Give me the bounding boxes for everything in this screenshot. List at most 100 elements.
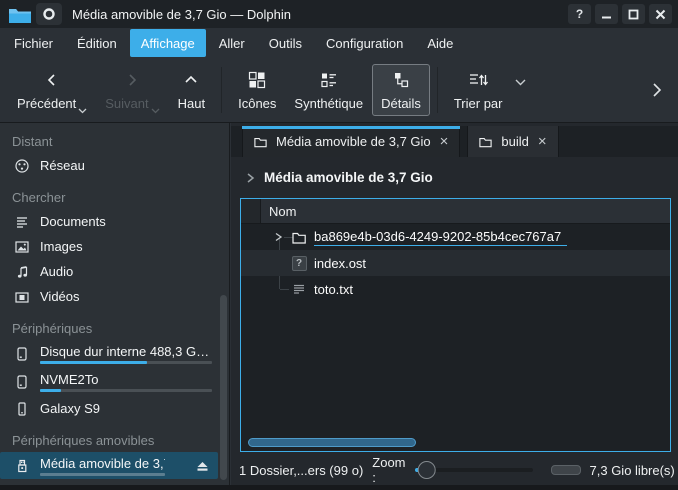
file-name[interactable]: toto.txt [314, 282, 353, 297]
folder-icon [291, 229, 307, 245]
file-row-index-ost[interactable]: ? index.ost [241, 250, 670, 276]
places-section-amovibles: Périphériques amovibles [0, 430, 229, 452]
tab-close-icon[interactable]: × [537, 134, 548, 149]
file-row-toto-txt[interactable]: toto.txt [241, 276, 670, 302]
close-button[interactable] [649, 4, 672, 24]
toolbar-separator [221, 67, 222, 113]
image-icon [13, 238, 30, 255]
column-header-row: Nom [241, 199, 670, 224]
minimize-button[interactable] [595, 4, 618, 24]
sidebar-item-label: Documents [40, 214, 106, 229]
menu-edition[interactable]: Édition [66, 29, 128, 57]
details-view-icon [391, 69, 411, 91]
sidebar-item-label: Média amovible de 3,7 … [40, 456, 165, 471]
back-label: Précédent [17, 96, 76, 111]
file-name[interactable]: ba869e4b-03d6-4249-9202-85b4cec767a7 [314, 229, 567, 246]
compact-view-icon [319, 69, 339, 91]
window-bottom-edge [0, 485, 678, 490]
compact-view-button[interactable]: Synthétique [285, 64, 372, 116]
breadcrumb-location[interactable]: Média amovible de 3,7 Gio [264, 170, 433, 185]
capacity-bar [40, 473, 165, 476]
file-row-folder[interactable]: ba869e4b-03d6-4249-9202-85b4cec767a7 [241, 224, 670, 250]
tab-build[interactable]: build × [467, 126, 558, 157]
menu-outils[interactable]: Outils [258, 29, 313, 57]
usb-drive-icon [13, 457, 30, 474]
breadcrumb[interactable]: Média amovible de 3,7 Gio [231, 157, 678, 198]
folder-icon [253, 135, 268, 149]
zoom-slider-handle[interactable] [418, 461, 436, 479]
window-menu-icon[interactable] [36, 3, 62, 25]
compact-view-label: Synthétique [294, 96, 363, 111]
up-button[interactable]: Haut [169, 64, 214, 116]
file-view[interactable]: Nom ba869e4b-03d6-4249-9202-85b4cec767a7 [240, 198, 671, 452]
sort-by-button[interactable]: Trier par [445, 64, 512, 116]
titlebar[interactable]: Média amovible de 3,7 Gio — Dolphin ? [0, 0, 678, 28]
horizontal-scrollbar[interactable] [248, 438, 416, 447]
eject-icon[interactable] [192, 457, 212, 475]
menu-configuration[interactable]: Configuration [315, 29, 414, 57]
column-header-nom[interactable]: Nom [261, 199, 670, 223]
back-dropdown-icon[interactable] [78, 108, 87, 114]
capacity-bar-fill [40, 361, 147, 364]
sort-by-label: Trier par [454, 96, 503, 111]
sidebar-item-label: Images [40, 239, 83, 254]
menu-aide[interactable]: Aide [416, 29, 464, 57]
free-space-capacity-bar [551, 465, 581, 475]
sidebar-item-nvme2to[interactable]: NVME2To [0, 368, 229, 396]
tab-media-amovible[interactable]: Média amovible de 3,7 Gio × [242, 126, 460, 157]
text-file-icon [291, 281, 307, 297]
sidebar-item-videos[interactable]: Vidéos [0, 284, 229, 309]
hard-drive-icon [13, 346, 30, 363]
back-button[interactable]: Précédent [8, 64, 96, 116]
status-bar: 1 Dossier,...ers (99 o) Zoom : 7,3 Gio l… [231, 455, 678, 485]
sidebar-item-media-amovible[interactable]: Média amovible de 3,7 … [0, 452, 218, 479]
sidebar-item-label: Galaxy S9 [40, 401, 100, 416]
forward-dropdown-icon [151, 108, 160, 114]
sort-icon [467, 69, 489, 91]
sort-dropdown-icon[interactable] [515, 79, 526, 86]
places-section-distant: Distant [0, 131, 229, 153]
window-title: Média amovible de 3,7 Gio — Dolphin [72, 7, 564, 22]
forward-button[interactable]: Suivant [96, 64, 168, 116]
details-view-button[interactable]: Détails [372, 64, 430, 116]
menu-affichage[interactable]: Affichage [130, 29, 206, 57]
sidebar-item-audio[interactable]: Audio [0, 259, 229, 284]
zoom-label: Zoom : [372, 455, 405, 485]
tab-close-icon[interactable]: × [439, 134, 450, 149]
menubar: Fichier Édition Affichage Aller Outils C… [0, 28, 678, 58]
video-icon [13, 288, 30, 305]
expand-chevron-icon[interactable] [272, 231, 284, 243]
sidebar-item-images[interactable]: Images [0, 234, 229, 259]
phone-icon [13, 400, 30, 417]
toolbar-overflow-button[interactable] [652, 82, 662, 98]
sidebar-item-label: NVME2To [40, 372, 212, 387]
icons-view-button[interactable]: Icônes [229, 64, 285, 116]
places-panel: Distant Réseau Chercher Documents Images [0, 123, 230, 490]
sidebar-item-documents[interactable]: Documents [0, 209, 229, 234]
zoom-slider[interactable] [415, 460, 533, 480]
help-button[interactable]: ? [568, 4, 591, 24]
network-icon [13, 157, 30, 174]
sidebar-item-galaxy-s9[interactable]: Galaxy S9 [0, 396, 229, 421]
free-space-label: 7,3 Gio libre(s) [590, 463, 675, 478]
up-label: Haut [178, 96, 205, 111]
toolbar-separator [437, 67, 438, 113]
sidebar-item-label: Audio [40, 264, 73, 279]
menu-aller[interactable]: Aller [208, 29, 256, 57]
sidebar-item-label: Réseau [40, 158, 85, 173]
sidebar-scrollbar[interactable] [220, 295, 227, 480]
unknown-file-icon: ? [291, 255, 307, 271]
places-section-chercher: Chercher [0, 187, 229, 209]
maximize-button[interactable] [622, 4, 645, 24]
file-rows: ba869e4b-03d6-4249-9202-85b4cec767a7 ? i… [241, 224, 670, 302]
menu-fichier[interactable]: Fichier [3, 29, 64, 57]
folder-icon [478, 135, 493, 149]
icons-view-label: Icônes [238, 96, 276, 111]
document-icon [13, 213, 30, 230]
file-name[interactable]: index.ost [314, 256, 366, 271]
sidebar-item-reseau[interactable]: Réseau [0, 153, 229, 178]
expander-column-header [241, 199, 261, 223]
breadcrumb-chevron-icon[interactable] [246, 172, 255, 184]
tab-bar: Média amovible de 3,7 Gio × build × [231, 126, 678, 157]
sidebar-item-disque-interne[interactable]: Disque dur interne 488,3 G… [0, 340, 229, 368]
